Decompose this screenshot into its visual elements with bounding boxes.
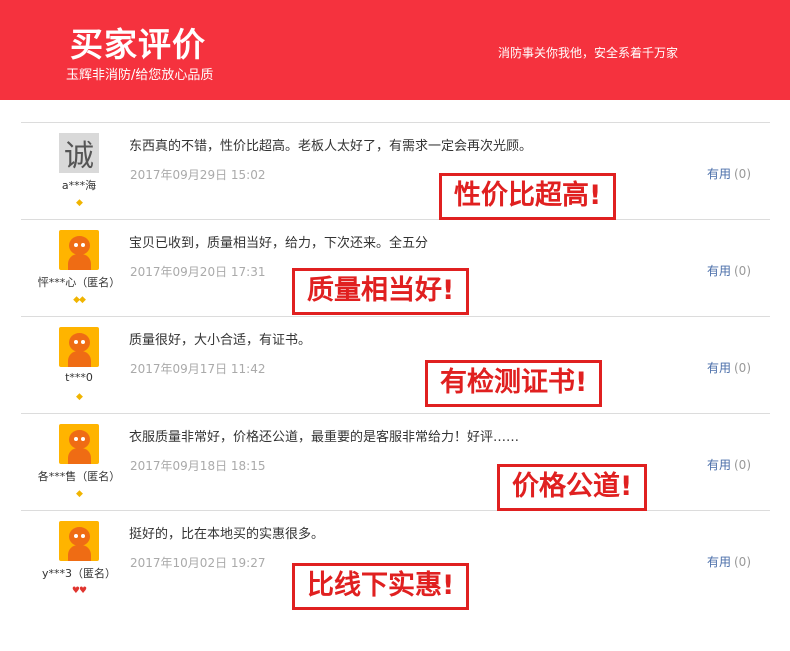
highlight-stamp: 质量相当好!	[292, 268, 470, 315]
reviewer-name: a***海	[61, 179, 97, 192]
highlight-stamp: 比线下实惠!	[292, 563, 470, 610]
header-banner: 买家评价 玉辉非消防/给您放心品质 消防事关你我他，安全系着千万家	[0, 0, 790, 100]
highlight-stamp: 性价比超高!	[439, 173, 617, 220]
review-text: 挺好的，比在本地买的实惠很多。	[129, 527, 325, 542]
useful-label[interactable]: 有用	[707, 361, 731, 375]
diamond-badge-icon: ◆	[76, 198, 83, 208]
review-item: t***0 ◆ 质量很好，大小合适，有证书。 2017年09月17日 11:42…	[21, 316, 770, 413]
review-date: 2017年09月29日 15:02	[130, 168, 266, 182]
safety-slogan: 消防事关你我他，安全系着千万家	[498, 46, 679, 60]
review-text: 宝贝已收到，质量相当好，给力，下次还来。全五分	[129, 236, 429, 251]
taobao-avatar	[59, 230, 99, 270]
page-title: 买家评价	[70, 25, 206, 64]
useful-label[interactable]: 有用	[707, 264, 731, 278]
useful-count: (0)	[734, 555, 751, 569]
useful-count: (0)	[734, 361, 751, 375]
useful-button[interactable]: 有用 (0)	[707, 165, 751, 182]
useful-button[interactable]: 有用 (0)	[707, 553, 751, 570]
useful-label[interactable]: 有用	[707, 555, 731, 569]
reviewer-name: 怦***心（匿名）	[37, 276, 121, 289]
useful-button[interactable]: 有用 (0)	[707, 359, 751, 376]
review-date: 2017年09月17日 11:42	[130, 362, 266, 376]
reviewer-name: y***3（匿名）	[41, 567, 116, 580]
reviewer-name: 各***售（匿名）	[37, 470, 121, 483]
useful-button[interactable]: 有用 (0)	[707, 262, 751, 279]
taobao-avatar	[59, 424, 99, 464]
review-item: 各***售（匿名） ◆ 衣服质量非常好，价格还公道，最重要的是客服非常给力！好评…	[21, 413, 770, 510]
review-date: 2017年09月18日 18:15	[130, 459, 266, 473]
review-text: 质量很好，大小合适，有证书。	[129, 333, 312, 348]
highlight-stamp: 价格公道!	[497, 464, 648, 511]
useful-label[interactable]: 有用	[707, 458, 731, 472]
review-text: 衣服质量非常好，价格还公道，最重要的是客服非常给力！好评……	[129, 430, 520, 445]
useful-count: (0)	[734, 264, 751, 278]
diamond-badge-icon: ◆	[76, 392, 83, 402]
cheng-avatar: 诚	[59, 133, 99, 173]
review-text: 东西真的不错，性价比超高。老板人太好了，有需求一定会再次光顾。	[129, 139, 533, 154]
useful-label[interactable]: 有用	[707, 167, 731, 181]
review-date: 2017年09月20日 17:31	[130, 265, 266, 279]
taobao-avatar	[59, 327, 99, 367]
useful-count: (0)	[734, 458, 751, 472]
review-list: 诚 a***海 ◆ 东西真的不错，性价比超高。老板人太好了，有需求一定会再次光顾…	[21, 122, 770, 607]
review-item: 诚 a***海 ◆ 东西真的不错，性价比超高。老板人太好了，有需求一定会再次光顾…	[21, 122, 770, 219]
highlight-stamp: 有检测证书!	[425, 360, 603, 407]
useful-count: (0)	[734, 167, 751, 181]
diamond-badge-icon: ◆	[76, 489, 83, 499]
taobao-avatar	[59, 521, 99, 561]
shop-subtitle: 玉辉非消防/给您放心品质	[66, 68, 214, 83]
diamond-badge-icon: ◆◆	[73, 295, 86, 305]
reviewer-name: t***0	[65, 371, 93, 384]
heart-badge-icon: ♥♥	[71, 586, 87, 596]
useful-button[interactable]: 有用 (0)	[707, 456, 751, 473]
review-date: 2017年10月02日 19:27	[130, 556, 266, 570]
